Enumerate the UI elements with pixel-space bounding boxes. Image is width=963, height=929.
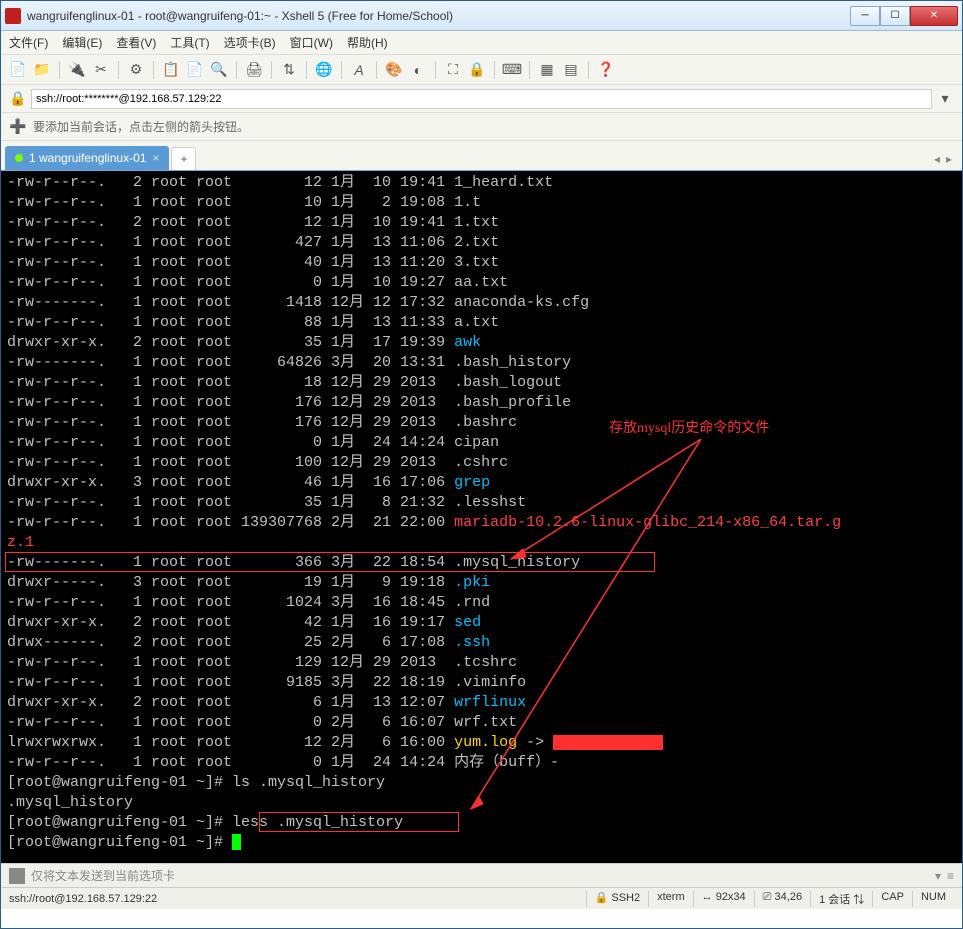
reconnect-icon[interactable]: 🔌 <box>68 61 86 79</box>
status-left: ssh://root@192.168.57.129:22 <box>9 893 157 905</box>
hint-bar: ➕ 要添加当前会话，点击左侧的箭头按钮。 <box>1 113 962 141</box>
menu-tools[interactable]: 工具(T) <box>170 34 209 51</box>
send-menu-icon[interactable]: ≡ <box>947 869 954 883</box>
menu-edit[interactable]: 编辑(E) <box>62 34 102 51</box>
send-icon[interactable] <box>9 868 25 884</box>
disconnect-icon[interactable]: ✂ <box>92 61 110 79</box>
tab-bar: 1 wangruifenglinux-01 × + ◂ ▸ <box>1 141 962 171</box>
theme-icon[interactable]: ◐ <box>409 61 427 79</box>
keyboard-icon[interactable]: ⌨ <box>503 61 521 79</box>
cascade-icon[interactable]: ▤ <box>562 61 580 79</box>
status-size: ↔ 92x34 <box>693 891 754 907</box>
properties-icon[interactable]: ⚙ <box>127 61 145 79</box>
app-icon <box>5 8 21 24</box>
tab-label: 1 wangruifenglinux-01 <box>29 151 146 165</box>
menu-window[interactable]: 窗口(W) <box>290 34 333 51</box>
lock-icon[interactable]: 🔒 <box>468 61 486 79</box>
copy-icon[interactable]: 📋 <box>162 61 180 79</box>
paste-icon[interactable]: 📄 <box>186 61 204 79</box>
address-bar: 🔒 ▾ <box>1 85 962 113</box>
hint-text: 要添加当前会话，点击左侧的箭头按钮。 <box>33 118 249 135</box>
arrow-2 <box>501 439 801 569</box>
tab-session[interactable]: 1 wangruifenglinux-01 × <box>5 146 169 170</box>
maximize-button[interactable]: ☐ <box>880 6 910 26</box>
send-drop-icon[interactable]: ▾ <box>935 869 941 883</box>
find-icon[interactable]: 🔍 <box>210 61 228 79</box>
status-dot-icon <box>15 154 23 162</box>
status-num: NUM <box>912 891 954 907</box>
fullscreen-icon[interactable]: ⛶ <box>444 61 462 79</box>
font-icon[interactable]: A <box>350 61 368 79</box>
globe-icon[interactable]: 🌐 <box>315 61 333 79</box>
titlebar-text: wangruifenglinux-01 - root@wangruifeng-0… <box>27 9 850 23</box>
status-pos: ⎚ 34,26 <box>754 891 810 907</box>
print-icon[interactable]: 🖨 <box>245 61 263 79</box>
highlight-box-less-cmd <box>259 812 459 832</box>
layout-icon[interactable]: ▦ <box>538 61 556 79</box>
menu-tabs[interactable]: 选项卡(B) <box>224 34 276 51</box>
annotation-label: 存放mysql历史命令的文件 <box>609 419 769 439</box>
tab-add[interactable]: + <box>171 147 196 170</box>
status-bar: ssh://root@192.168.57.129:22 🔒 SSH2 xter… <box>1 887 962 909</box>
status-ssh: 🔒 SSH2 <box>586 891 649 907</box>
lock-small-icon: 🔒 <box>9 90 27 108</box>
titlebar: wangruifenglinux-01 - root@wangruifeng-0… <box>1 1 962 31</box>
status-sess: 1 会话 ⇅ <box>810 891 872 907</box>
toolbar: 📄 📁 🔌 ✂ ⚙ 📋 📄 🔍 🖨 ⇅ 🌐 A 🎨 ◐ ⛶ 🔒 ⌨ ▦ ▤ ❓ <box>1 55 962 85</box>
hint-arrow-icon[interactable]: ➕ <box>9 118 27 136</box>
new-icon[interactable]: 📄 <box>9 61 27 79</box>
help-icon[interactable]: ❓ <box>597 61 615 79</box>
menubar: 文件(F) 编辑(E) 查看(V) 工具(T) 选项卡(B) 窗口(W) 帮助(… <box>1 31 962 55</box>
send-bar: 仅将文本发送到当前选项卡 ▾ ≡ <box>1 863 962 887</box>
xftp-icon[interactable]: ⇅ <box>280 61 298 79</box>
open-icon[interactable]: 📁 <box>33 61 51 79</box>
color-icon[interactable]: 🎨 <box>385 61 403 79</box>
menu-view[interactable]: 查看(V) <box>116 34 156 51</box>
addr-dropdown-icon[interactable]: ▾ <box>936 90 954 108</box>
terminal[interactable]: -rw-r--r--. 2 root root 12 1月 10 19:41 1… <box>1 171 962 863</box>
minimize-button[interactable]: ─ <box>850 6 880 26</box>
status-term: xterm <box>648 891 693 907</box>
tab-close-icon[interactable]: × <box>152 151 159 165</box>
send-text: 仅将文本发送到当前选项卡 <box>31 867 929 884</box>
status-caps: CAP <box>872 891 912 907</box>
menu-file[interactable]: 文件(F) <box>9 34 48 51</box>
close-button[interactable]: ✕ <box>910 6 958 26</box>
menu-help[interactable]: 帮助(H) <box>347 34 388 51</box>
address-input[interactable] <box>31 89 932 109</box>
tab-nav-left-icon[interactable]: ◂ <box>934 152 940 166</box>
tab-nav-right-icon[interactable]: ▸ <box>946 152 952 166</box>
